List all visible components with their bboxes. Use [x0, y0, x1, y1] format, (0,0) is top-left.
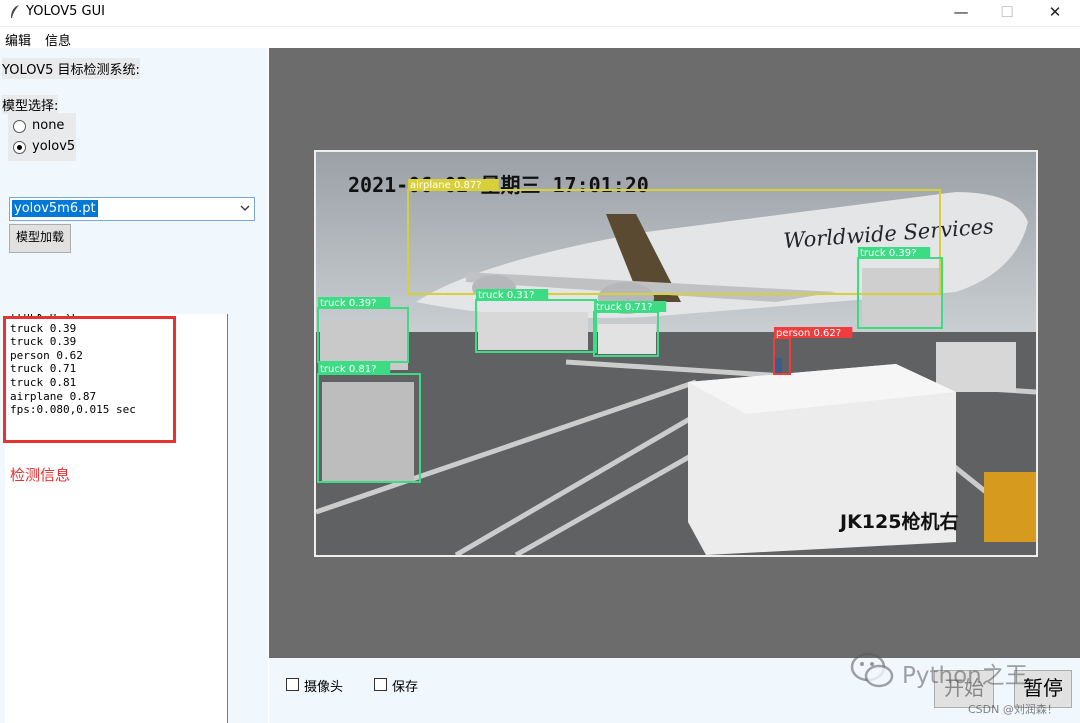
camera-frame: Worldwide Services 2021-06-02 星期三 17:01:… [314, 150, 1038, 557]
vehicle-right [936, 342, 1016, 392]
detection-label: person 0.62? [776, 328, 841, 339]
minimize-button[interactable]: — [938, 0, 984, 25]
title-bar: YOLOV5 GUI — ☐ ✕ [0, 0, 1080, 25]
menu-edit[interactable]: 编辑 [5, 30, 31, 49]
radio-selected-dot [17, 145, 22, 150]
wechat-icon [850, 652, 894, 688]
csdn-watermark: CSDN @刘润森！ [968, 703, 1058, 716]
save-checkbox[interactable] [374, 678, 387, 691]
load-model-button[interactable]: 模型加载 [9, 224, 71, 253]
barrier-equipment [984, 472, 1036, 542]
detection-label: truck 0.31? [478, 290, 534, 301]
detection-label: truck 0.71? [596, 302, 652, 313]
camera-checkbox[interactable] [286, 678, 299, 691]
chevron-down-icon [240, 205, 250, 211]
camera-location-label: JK125枪机右 [838, 510, 958, 533]
loader-vehicle [862, 268, 942, 326]
annotation-highlight-box [3, 316, 176, 443]
system-title: YOLOV5 目标检测系统: [2, 58, 140, 79]
radio-none-label[interactable]: none [32, 118, 64, 133]
detection-label: truck 0.39? [860, 248, 916, 259]
tug-vehicle [322, 382, 414, 482]
menu-bar: 编辑 信息 [0, 26, 1080, 49]
maximize-button[interactable]: ☐ [984, 0, 1030, 25]
detection-info-caption: 检测信息 [10, 466, 71, 484]
close-button[interactable]: ✕ [1032, 0, 1078, 25]
model-dropdown[interactable]: yolov5m6.pt [9, 197, 255, 221]
window-title: YOLOV5 GUI [26, 4, 105, 19]
cargo-dollies [478, 312, 588, 350]
radio-none[interactable] [13, 120, 26, 133]
feather-icon [11, 5, 19, 18]
watermark-text: Python之王 [902, 663, 1028, 689]
detection-label: truck 0.81? [320, 364, 376, 375]
radio-yolov5[interactable] [13, 141, 26, 154]
truck-center [598, 324, 656, 354]
radio-yolov5-label[interactable]: yolov5 [32, 139, 75, 154]
camera-scene: Worldwide Services 2021-06-02 星期三 17:01:… [316, 152, 1036, 555]
menu-info[interactable]: 信息 [45, 30, 71, 49]
detection-label: truck 0.39? [320, 298, 376, 309]
model-dropdown-value: yolov5m6.pt [12, 200, 98, 217]
detection-label: airplane 0.87? [410, 180, 482, 191]
model-select-label: 模型选择: [2, 95, 59, 114]
camera-checkbox-label[interactable]: 摄像头 [304, 676, 343, 695]
save-checkbox-label[interactable]: 保存 [392, 676, 418, 695]
